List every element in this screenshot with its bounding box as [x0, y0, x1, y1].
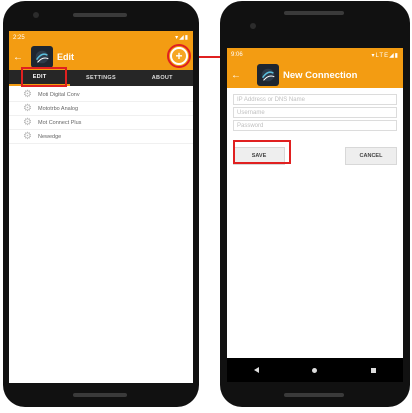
gear-icon: ⚙ [23, 89, 32, 100]
list-item-label: Mot Connect Plus [38, 119, 82, 126]
password-field[interactable]: Password [233, 120, 397, 131]
status-time: 9:06 [231, 52, 243, 58]
page-title: Edit [57, 52, 74, 62]
bottom-speaker [73, 393, 127, 397]
list-item[interactable]: ⚙ Mot Connect Plus [9, 116, 193, 130]
app-logo-icon [261, 68, 275, 82]
left-phone: 2:25 ▾◢▮ ← Edit + EDIT SETTINGS ABOUT ⚙ … [3, 1, 199, 407]
list-item-label: Moti Digital Conv [38, 91, 80, 98]
connection-form: IP Address or DNS Name Username Password [227, 88, 403, 131]
earpiece-speaker [284, 11, 344, 15]
arrow-left-icon[interactable]: ← [231, 70, 245, 81]
host-field[interactable]: IP Address or DNS Name [233, 94, 397, 105]
status-icons: ▾LTE◢▮ [371, 52, 399, 59]
list-item[interactable]: ⚙ Mototrbo Analog [9, 102, 193, 116]
app-logo-icon [35, 50, 49, 64]
highlight-box-edit-tab [21, 67, 67, 87]
nav-bar [227, 358, 403, 382]
gear-icon: ⚙ [23, 117, 32, 128]
username-field[interactable]: Username [233, 107, 397, 118]
gear-icon: ⚙ [23, 103, 32, 114]
app-logo [257, 64, 279, 86]
list-item-label: Newedge [38, 133, 62, 140]
arrow-left-icon[interactable]: ← [13, 52, 27, 63]
connection-list: ⚙ Moti Digital Conv ⚙ Mototrbo Analog ⚙ … [9, 86, 193, 144]
front-camera [33, 12, 39, 18]
list-item[interactable]: ⚙ Moti Digital Conv [9, 88, 193, 102]
status-time: 2:25 [13, 34, 25, 41]
front-camera [250, 23, 256, 29]
right-phone: 9:06 ▾LTE◢▮ ← New Connection IP Address … [220, 1, 410, 407]
nav-back-icon[interactable] [253, 367, 259, 373]
gear-icon: ⚙ [23, 131, 32, 142]
list-item-label: Mototrbo Analog [38, 105, 79, 112]
app-logo [31, 46, 53, 68]
cancel-button[interactable]: CANCEL [345, 147, 397, 165]
earpiece-speaker [73, 13, 127, 17]
status-bar: 2:25 ▾◢▮ [9, 31, 193, 44]
tab-settings[interactable]: SETTINGS [70, 70, 131, 86]
highlight-box-save-button [233, 140, 291, 164]
app-bar: ← New Connection [227, 62, 403, 88]
nav-home-icon[interactable] [312, 367, 318, 373]
tab-about[interactable]: ABOUT [132, 70, 193, 86]
left-screen: 2:25 ▾◢▮ ← Edit + EDIT SETTINGS ABOUT ⚙ … [9, 31, 193, 383]
status-icons: ▾◢▮ [175, 35, 189, 41]
highlight-ring [167, 44, 191, 68]
page-title: New Connection [283, 69, 358, 81]
tutorial-stage: 2:25 ▾◢▮ ← Edit + EDIT SETTINGS ABOUT ⚙ … [0, 0, 412, 413]
nav-recent-icon[interactable] [371, 367, 377, 373]
right-screen: 9:06 ▾LTE◢▮ ← New Connection IP Address … [227, 48, 403, 382]
bottom-speaker [284, 393, 344, 397]
list-item[interactable]: ⚙ Newedge [9, 130, 193, 144]
status-bar: 9:06 ▾LTE◢▮ [227, 48, 403, 62]
